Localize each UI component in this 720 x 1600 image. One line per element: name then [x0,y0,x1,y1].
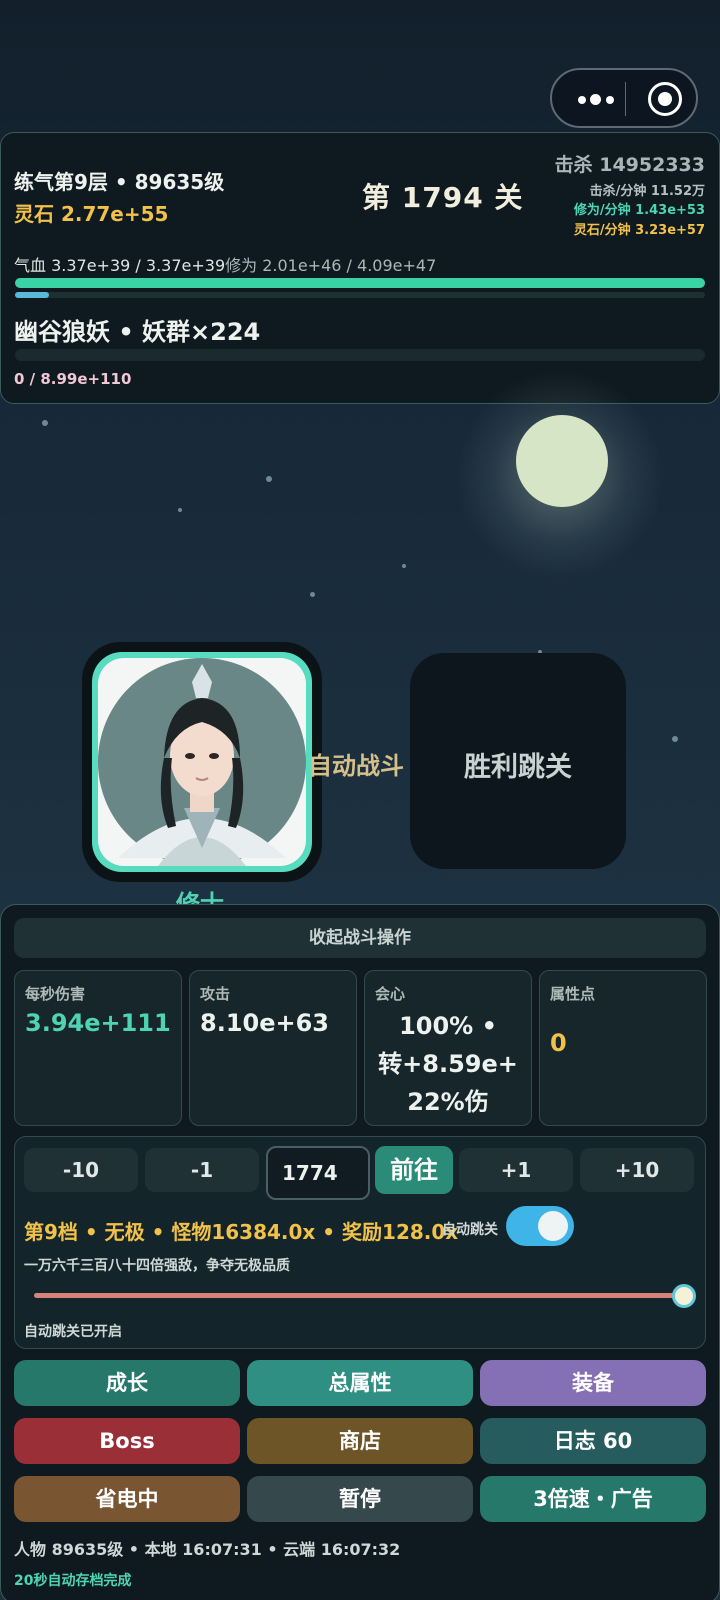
stat-card-attack: 攻击 8.10e+63 [189,970,357,1126]
boss-button[interactable]: Boss [14,1418,240,1464]
miniprogram-capsule [550,68,698,128]
star [310,592,315,597]
cultivation-bar [15,292,705,298]
hp-bar [15,278,705,288]
close-target-icon[interactable] [648,82,682,116]
stat-value-attribute-points: 0 [550,1029,567,1057]
stat-label: 属性点 [550,985,596,1003]
minus-1-button[interactable]: -1 [145,1148,259,1192]
spirit-stone: 灵石 2.77e+55 [14,202,169,226]
moon [516,415,608,507]
auto-battle-label: 自动战斗 [308,752,404,780]
star [178,508,182,512]
star [42,420,48,426]
autoskip-label: 自动跳关 [442,1222,498,1238]
hero-portrait[interactable] [98,658,306,866]
footer-status: 人物 89635级 • 本地 16:07:31 • 云端 16:07:32 [14,1540,401,1559]
toggle-knob [538,1211,568,1241]
cultivation-text: 修为 2.01e+46 / 4.09e+47 [225,256,437,275]
shop-button[interactable]: 商店 [247,1418,473,1464]
collapse-battle-button[interactable]: 收起战斗操作 [14,918,706,958]
power-saving-button[interactable]: 省电中 [14,1476,240,1522]
plus-1-button[interactable]: +1 [459,1148,573,1192]
go-button[interactable]: 前往 [375,1146,453,1194]
kills-per-minute: 击杀/分钟 11.52万 [589,184,705,199]
star [402,564,406,568]
minus-10-button[interactable]: -10 [24,1148,138,1192]
stat-label: 每秒伤害 [25,985,86,1003]
critical-line-3: 22%伤 [407,1088,489,1116]
total-attributes-button[interactable]: 总属性 [247,1360,473,1406]
stat-card-critical: 会心 100% • 转+8.59e+ 22%伤 [364,970,532,1126]
star [266,476,272,482]
growth-button[interactable]: 成长 [14,1360,240,1406]
stat-value-attack: 8.10e+63 [200,1009,329,1037]
stat-card-dps: 每秒伤害 3.94e+111 [14,970,182,1126]
stone-per-minute: 灵石/分钟 3.23e+57 [573,223,705,238]
enemy-hp-bar [15,349,705,361]
cultivation-bar-fill [15,292,49,298]
hero-name: 修士 [176,890,224,904]
autoskip-status: 自动跳关已开启 [24,1324,122,1340]
log-button[interactable]: 日志 60 [480,1418,706,1464]
more-icon[interactable] [574,84,620,114]
capsule-divider [625,82,626,116]
tier-description: 一万六千三百八十四倍强敌，争夺无极品质 [24,1258,290,1274]
critical-line-2: 转+8.59e+ [378,1050,518,1078]
star [672,736,678,742]
tier-slider-handle[interactable] [672,1284,696,1308]
kill-count: 击杀 14952333 [554,154,705,176]
cultivation-per-minute: 修为/分钟 1.43e+53 [573,203,705,218]
hero-avatar [98,658,306,866]
enemy-hp-text: 0 / 8.99e+110 [14,370,132,388]
stat-label: 会心 [375,985,406,1003]
hp-cultivation-line: 气血 3.37e+39 / 3.37e+39修为 2.01e+46 / 4.09… [14,252,436,276]
critical-line-1: 100% • [399,1012,497,1040]
tier-slider[interactable] [34,1293,686,1298]
tier-info: 第9档 • 无极 • 怪物16384.0x • 奖励128.0x [24,1220,459,1244]
level-input[interactable]: 1774 [266,1146,370,1200]
pause-button[interactable]: 暂停 [247,1476,473,1522]
hp-text: 气血 3.37e+39 / 3.37e+39 [14,256,226,275]
equipment-button[interactable]: 装备 [480,1360,706,1406]
stage-title: 第 1794 关 [362,181,524,214]
enemy-name: 幽谷狼妖 • 妖群×224 [14,318,261,346]
stat-card-attribute-points: 属性点 0 [539,970,707,1126]
speed-ad-button[interactable]: 3倍速・广告 [480,1476,706,1522]
stat-value-critical: 100% • 转+8.59e+ 22%伤 [365,1007,531,1121]
autosave-notice: 20秒自动存档完成 [14,1573,132,1589]
stat-label: 攻击 [200,985,231,1003]
autoskip-toggle[interactable] [506,1206,574,1246]
stat-value-dps: 3.94e+111 [25,1009,171,1037]
plus-10-button[interactable]: +10 [580,1148,694,1192]
victory-skip-label: 胜利跳关 [464,752,572,783]
player-realm: 练气第9层 • 89635级 [14,170,225,194]
